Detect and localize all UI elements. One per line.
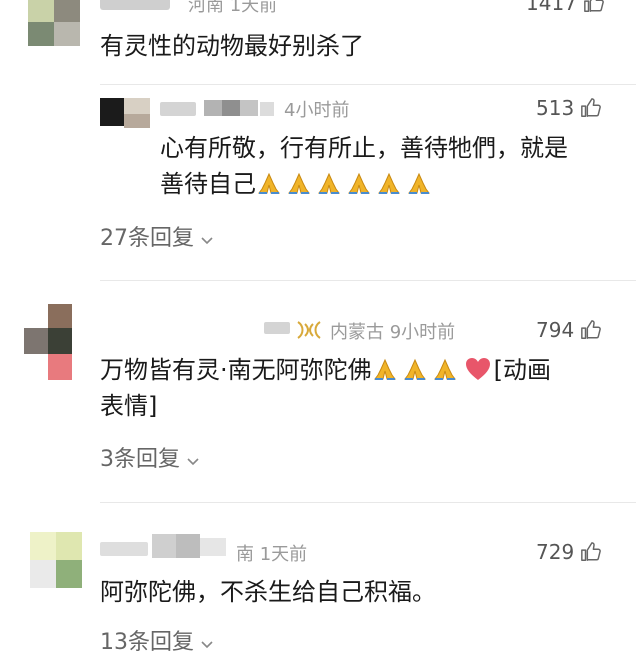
- chevron-down-icon: [200, 633, 214, 649]
- username-blurred[interactable]: [100, 0, 170, 10]
- avatar[interactable]: [30, 532, 82, 588]
- avatar[interactable]: [24, 304, 74, 380]
- username-blurred[interactable]: [100, 534, 230, 560]
- folded-hands-icon: [256, 171, 282, 195]
- thumbs-up-icon: [580, 319, 602, 341]
- divider: [100, 84, 636, 85]
- like-button[interactable]: 729: [536, 540, 602, 564]
- folded-hands-icon: [346, 171, 372, 195]
- view-replies-button[interactable]: 13条回复: [100, 624, 214, 656]
- like-button[interactable]: 1417: [526, 0, 605, 15]
- comment-text: 心有所敬，行有所止，善待牠們，就是 善待自己: [160, 130, 620, 202]
- avatar[interactable]: [100, 98, 150, 130]
- timestamp: 4小时前: [284, 100, 350, 121]
- timestamp: 1天前: [259, 544, 308, 565]
- comment-meta: 内蒙古 9小时前: [330, 318, 455, 344]
- view-replies-button[interactable]: 27条回复: [100, 220, 214, 252]
- comment-meta: 河南 1天前: [188, 0, 277, 17]
- comment-text: 万物皆有灵·南无阿弥陀佛 [动画 表情]: [100, 352, 620, 424]
- gold-badge-icon: [296, 320, 322, 340]
- folded-hands-icon: [432, 357, 458, 381]
- timestamp: 1天前: [229, 0, 278, 16]
- reply-count-label: 3条回复: [100, 447, 180, 472]
- thumbs-up-icon: [580, 97, 602, 119]
- chevron-down-icon: [200, 229, 214, 245]
- divider: [100, 502, 636, 503]
- location-label: 河南: [188, 0, 224, 16]
- chevron-down-icon: [186, 450, 200, 466]
- comment-text-line: 表情]: [100, 392, 158, 420]
- comment-meta: 南 1天前: [236, 540, 307, 566]
- timestamp: 9小时前: [389, 322, 456, 343]
- thumbs-up-icon: [580, 541, 602, 563]
- username-blurred[interactable]: [160, 98, 276, 118]
- view-replies-button[interactable]: 3条回复: [100, 441, 200, 473]
- thumbs-up-icon: [583, 0, 605, 14]
- comment-text-line: 善待自己: [160, 166, 620, 202]
- comment-text-line: 万物皆有灵·南无阿弥陀佛 [动画: [100, 356, 552, 384]
- comment-text: 有灵性的动物最好别杀了: [100, 32, 364, 60]
- comment-meta: 4小时前: [284, 96, 349, 122]
- location-label: 内蒙古: [330, 322, 384, 343]
- folded-hands-icon: [402, 357, 428, 381]
- like-button[interactable]: 794: [536, 318, 602, 342]
- like-count: 794: [536, 318, 575, 342]
- folded-hands-icon: [376, 171, 402, 195]
- reply-count-label: 13条回复: [100, 630, 194, 655]
- location-label: 南: [236, 544, 254, 565]
- comment-text-line: 心有所敬，行有所止，善待牠們，就是: [160, 134, 568, 162]
- reply-count-label: 27条回复: [100, 226, 194, 251]
- like-button[interactable]: 513: [536, 96, 602, 120]
- comment-text: 阿弥陀佛，不杀生给自己积福。: [100, 578, 436, 606]
- folded-hands-icon: [406, 171, 432, 195]
- like-count: 729: [536, 540, 575, 564]
- divider: [100, 280, 636, 281]
- heart-icon: [464, 356, 492, 382]
- folded-hands-icon: [372, 357, 398, 381]
- like-count: 1417: [526, 0, 577, 15]
- folded-hands-icon: [286, 171, 312, 195]
- folded-hands-icon: [316, 171, 342, 195]
- avatar[interactable]: [28, 0, 80, 48]
- like-count: 513: [536, 96, 575, 120]
- username-blurred[interactable]: [264, 322, 290, 334]
